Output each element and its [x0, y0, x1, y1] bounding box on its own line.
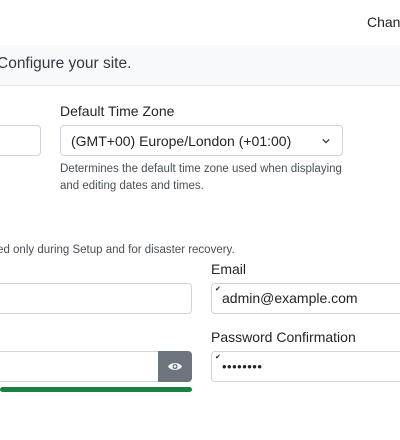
password-confirmation-value: •••••••• [222, 359, 263, 374]
admin-note: Used only during Setup and for disaster … [0, 244, 235, 256]
timezone-selected-value: (GMT+00) Europe/London (+01:00) [71, 133, 292, 149]
timezone-help-line-1: Determines the default time zone used wh… [60, 163, 342, 175]
timezone-label: Default Time Zone [60, 103, 175, 119]
intro-text: Configure your site. [0, 55, 132, 72]
password-confirmation-label: Password Confirmation [211, 329, 356, 345]
password-strength-bar [0, 387, 192, 392]
eye-icon [168, 363, 182, 370]
top-bar: Change [0, 0, 400, 46]
chevron-down-icon [322, 138, 330, 144]
username-input[interactable] [0, 283, 192, 314]
show-password-button[interactable] [158, 351, 192, 382]
password-input[interactable] [0, 351, 160, 382]
check-icon: ✔ [215, 286, 221, 293]
email-value: admin@example.com [222, 290, 358, 306]
site-setup-page: Change Configure your site. Default Time… [0, 0, 400, 440]
site-name-input[interactable] [0, 125, 41, 156]
check-icon: ✔ [215, 354, 221, 361]
password-confirmation-input[interactable]: ✔ •••••••• [211, 351, 400, 382]
timezone-select[interactable]: (GMT+00) Europe/London (+01:00) [60, 125, 343, 156]
change-link[interactable]: Change [367, 14, 400, 30]
email-input[interactable]: ✔ admin@example.com [211, 283, 400, 314]
email-label: Email [211, 261, 247, 277]
timezone-help-line-2: and editing dates and times. [60, 180, 204, 192]
intro-band: Configure your site. [0, 45, 400, 86]
password-strength-fill [0, 387, 192, 392]
